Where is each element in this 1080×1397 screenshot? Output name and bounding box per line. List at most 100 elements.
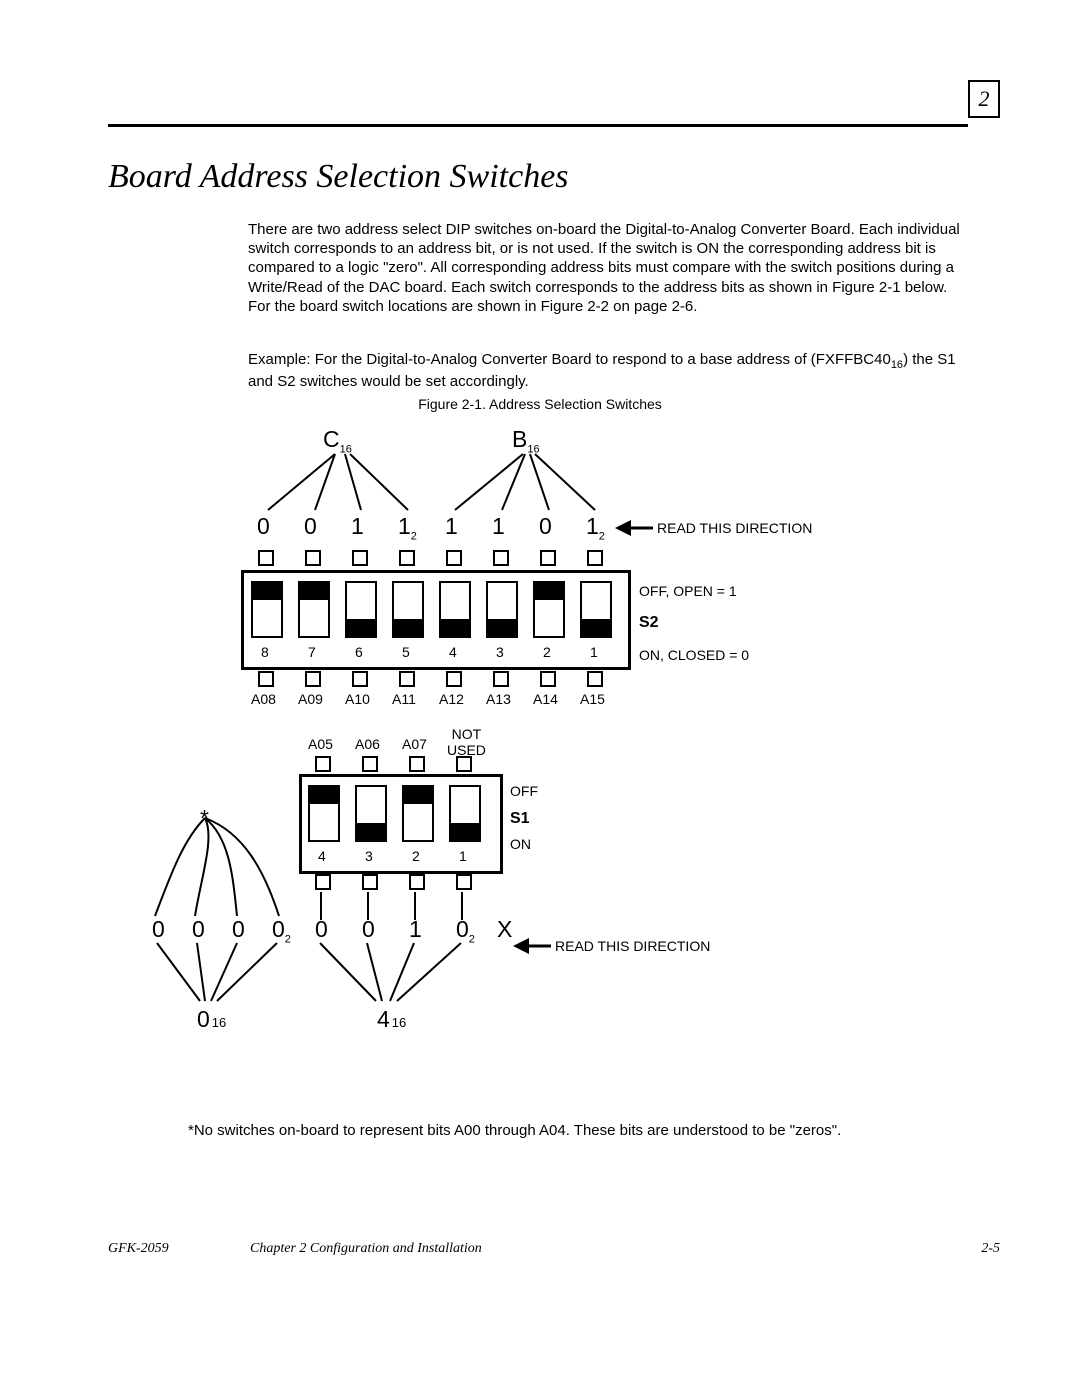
pin-top: [493, 550, 509, 566]
s1-sw-3: [355, 785, 387, 842]
s2-bit-3: 12: [398, 513, 417, 543]
s2-sw-3: [486, 581, 518, 638]
bot-bit-0: 0: [152, 916, 165, 943]
addr-label: A10: [345, 691, 370, 707]
s1-sw-1: [449, 785, 481, 842]
section-title: Board Address Selection Switches: [108, 158, 569, 196]
para2-pre: Example: For the Digital-to-Analog Conve…: [248, 351, 891, 368]
s1-num: 2: [412, 848, 420, 864]
pin-bot: [493, 671, 509, 687]
s2-bit-1: 0: [304, 513, 317, 540]
pin-top: [456, 756, 472, 772]
s1-num: 3: [365, 848, 373, 864]
s2-num: 4: [449, 644, 457, 660]
figure-caption: Figure 2-1. Address Selection Switches: [0, 396, 1080, 412]
footer-center: Chapter 2 Configuration and Installation: [250, 1241, 482, 1257]
bot-bit-6: 1: [409, 916, 422, 943]
s2-num: 3: [496, 644, 504, 660]
s2-sw-1: [580, 581, 612, 638]
addr-label: A11: [392, 691, 416, 707]
s2-sw-4: [439, 581, 471, 638]
on-closed-label: ON, CLOSED = 0: [639, 647, 749, 663]
s2-bit-2: 1: [351, 513, 364, 540]
figure-2-1: C16 B16 0 0 1 12 1 1 0 12 READ THIS DIRE…: [175, 418, 875, 1098]
bot-bit-7: 02: [456, 916, 475, 946]
arrow-left-icon: [513, 936, 553, 956]
pin-top: [446, 550, 462, 566]
chapter-badge: 2: [968, 80, 1000, 118]
pin-top: [587, 550, 603, 566]
pin-bot: [258, 671, 274, 687]
s1-num: 1: [459, 848, 467, 864]
s2-num: 2: [543, 644, 551, 660]
s2-bit-7: 12: [586, 513, 605, 543]
hex-label-4: 416: [377, 1006, 406, 1033]
bot-bit-2: 0: [232, 916, 245, 943]
pin-top: [305, 550, 321, 566]
s1-off-label: OFF: [510, 783, 538, 799]
page-footer: GFK-2059 Chapter 2 Configuration and Ins…: [108, 1241, 1000, 1257]
s2-num: 7: [308, 644, 316, 660]
s2-sw-5: [392, 581, 424, 638]
pin-bot: [352, 671, 368, 687]
pin-bot: [540, 671, 556, 687]
pin-bot: [587, 671, 603, 687]
s2-num: 6: [355, 644, 363, 660]
s2-sw-2: [533, 581, 565, 638]
arrow-left-icon: [615, 518, 655, 538]
s2-bit-5: 1: [492, 513, 505, 540]
pin-top: [409, 756, 425, 772]
s2-sw-7: [298, 581, 330, 638]
pin-top: [540, 550, 556, 566]
s1-top-lbl-notused: NOT USED: [447, 726, 486, 758]
s1-top-lbl: A05: [308, 736, 333, 752]
addr-label: A14: [533, 691, 558, 707]
s2-sw-6: [345, 581, 377, 638]
addr-label: A15: [580, 691, 605, 707]
s2-bit-4: 1: [445, 513, 458, 540]
s2-num: 8: [261, 644, 269, 660]
pin-top: [362, 756, 378, 772]
bot-bit-1: 0: [192, 916, 205, 943]
s2-num: 5: [402, 644, 410, 660]
fanout-bottom: [145, 943, 495, 1013]
addr-label: A09: [298, 691, 323, 707]
s2-sw-8: [251, 581, 283, 638]
s1-top-lbl: A07: [402, 736, 427, 752]
addr-label: A12: [439, 691, 464, 707]
off-open-label: OFF, OPEN = 1: [639, 583, 737, 599]
bot-bit-X: X: [497, 916, 512, 943]
pin-bot: [446, 671, 462, 687]
header-rule: [108, 124, 968, 127]
footer-right: 2-5: [981, 1241, 1000, 1257]
s1-name: S1: [510, 810, 530, 828]
paragraph-1: There are two address select DIP switche…: [248, 220, 964, 316]
bot-bit-4: 0: [315, 916, 328, 943]
pin-top: [258, 550, 274, 566]
bot-bit-5: 0: [362, 916, 375, 943]
addr-label: A13: [486, 691, 511, 707]
read-direction-1: READ THIS DIRECTION: [657, 520, 812, 536]
s1-sw-2: [402, 785, 434, 842]
s1-top-lbl: A06: [355, 736, 380, 752]
pin-bot: [399, 671, 415, 687]
s1-on-label: ON: [510, 836, 531, 852]
fanout-top: [175, 418, 635, 518]
hex-label-0: 016: [197, 1006, 226, 1033]
figure-footnote: *No switches on-board to represent bits …: [188, 1122, 948, 1141]
s2-name: S2: [639, 614, 659, 632]
paragraph-2: Example: For the Digital-to-Analog Conve…: [248, 350, 964, 391]
para2-sub: 16: [891, 359, 903, 371]
pin-top: [315, 756, 331, 772]
addr-label: A08: [251, 691, 276, 707]
pin-top: [352, 550, 368, 566]
bot-bit-3: 02: [272, 916, 291, 946]
s2-bit-0: 0: [257, 513, 270, 540]
fanlines-s1: [175, 888, 495, 928]
s2-bit-6: 0: [539, 513, 552, 540]
read-direction-2: READ THIS DIRECTION: [555, 938, 710, 954]
s2-num: 1: [590, 644, 598, 660]
pin-bot: [305, 671, 321, 687]
pin-top: [399, 550, 415, 566]
footer-left: GFK-2059: [108, 1241, 169, 1257]
